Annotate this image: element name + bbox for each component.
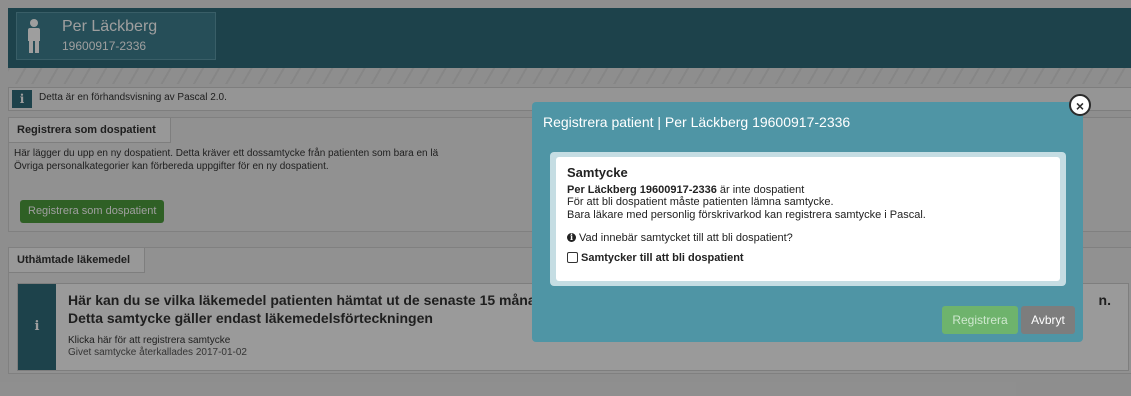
consent-title: Samtycke <box>567 165 628 180</box>
modal-title: Registrera patient | Per Läckberg 196009… <box>543 114 851 130</box>
patient-status-name: Per Läckberg 19600917-2336 <box>567 184 717 196</box>
consent-checkbox[interactable] <box>567 252 578 263</box>
patient-status-line: Per Läckberg 19600917-2336 är inte dospa… <box>567 184 804 196</box>
patient-status-text: är inte dospatient <box>716 184 805 196</box>
modal-body: Samtycke Per Läckberg 19600917-2336 är i… <box>550 152 1066 286</box>
consent-checkbox-row[interactable]: Samtycker till att bli dospatient <box>567 252 744 264</box>
cancel-button[interactable]: Avbryt <box>1021 306 1075 334</box>
close-icon[interactable]: × <box>1069 94 1091 116</box>
consent-doctor-text: Bara läkare med personlig förskrivarkod … <box>567 209 926 221</box>
consent-requirement-text: För att bli dospatient måste patienten l… <box>567 196 834 208</box>
consent-question-text[interactable]: Vad innebär samtycket till att bli dospa… <box>579 232 793 244</box>
consent-checkbox-label[interactable]: Samtycker till att bli dospatient <box>581 252 744 264</box>
consent-card: Samtycke Per Läckberg 19600917-2336 är i… <box>556 157 1060 281</box>
consent-question[interactable]: i Vad innebär samtycket till att bli dosp… <box>567 232 793 244</box>
info-circle-icon: i <box>567 233 576 242</box>
register-button[interactable]: Registrera <box>942 306 1018 334</box>
